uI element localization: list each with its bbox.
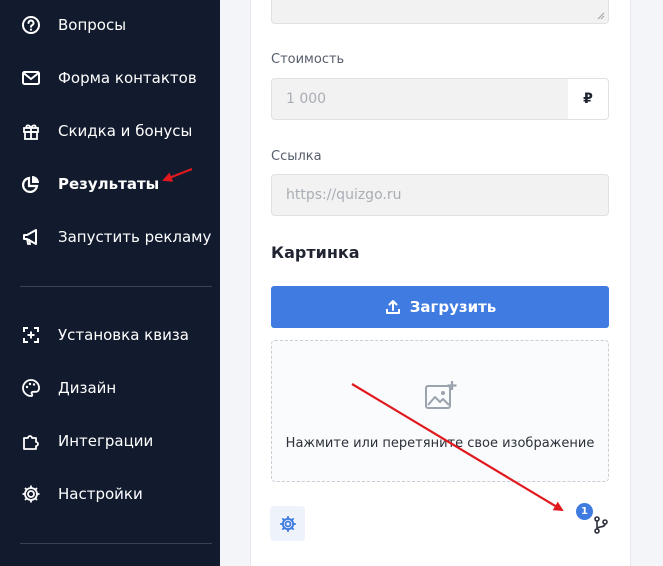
annotation-arrow (162, 167, 193, 182)
annotation-overlay (162, 167, 564, 512)
annotation-arrow (351, 383, 564, 512)
